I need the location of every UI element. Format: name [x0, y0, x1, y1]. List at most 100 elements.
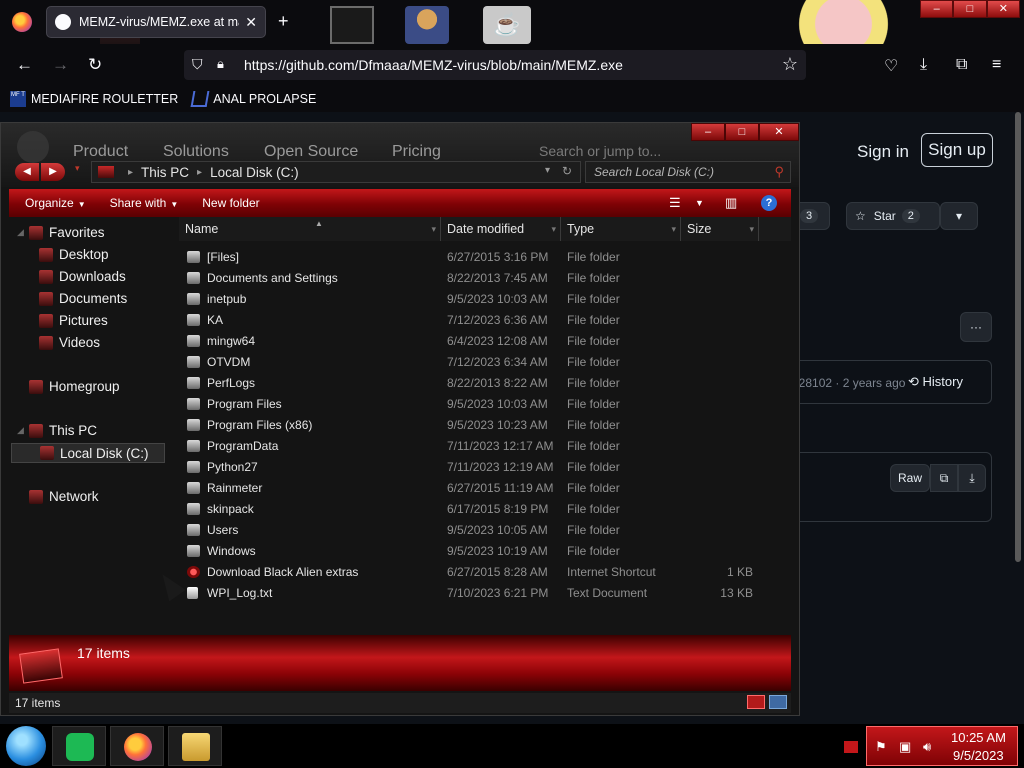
- view-dropdown-icon[interactable]: ▼: [695, 198, 704, 208]
- explorer-maximize-button[interactable]: □: [725, 123, 759, 141]
- new-folder-button[interactable]: New folder: [202, 196, 259, 210]
- copy-icon[interactable]: ⧉: [930, 464, 958, 492]
- new-tab-button[interactable]: +: [278, 12, 289, 30]
- file-row[interactable]: Download Black Alien extras 6/27/2015 8:2…: [179, 562, 779, 583]
- clock-date[interactable]: 9/5/2023: [953, 748, 1004, 763]
- raw-button[interactable]: Raw: [890, 464, 930, 492]
- browser-tab-active[interactable]: MEMZ-virus/MEMZ.exe at main ✕: [46, 6, 266, 38]
- show-hidden-icons-button[interactable]: [844, 741, 858, 753]
- breadcrumb-separator-icon[interactable]: ▸: [128, 167, 133, 178]
- address-bar[interactable]: ⛉ 🔒︎ https://github.com/Dfmaaa/MEMZ-viru…: [184, 50, 806, 80]
- preview-pane-icon[interactable]: ▥: [725, 195, 737, 211]
- back-arrow-icon[interactable]: ←: [16, 56, 33, 74]
- reload-icon[interactable]: ↻: [88, 56, 102, 74]
- column-header-size[interactable]: Size ▾: [681, 217, 759, 241]
- file-row[interactable]: Program Files (x86) 9/5/2023 10:23 AM File…: [179, 415, 779, 436]
- menu-icon[interactable]: ≡: [992, 56, 1001, 74]
- download-icon[interactable]: ⤓: [958, 464, 986, 492]
- clock-time[interactable]: 10:25 AM: [951, 730, 1006, 745]
- nav-favorites[interactable]: ◢ Favorites: [17, 225, 105, 240]
- file-row[interactable]: Windows 9/5/2023 10:19 AM File folder: [179, 541, 779, 562]
- taskbar-app-spotify[interactable]: [52, 726, 106, 766]
- firefox-icon[interactable]: [12, 12, 32, 32]
- refresh-icon[interactable]: ↻: [562, 164, 572, 178]
- collapse-arrow-icon[interactable]: ◢: [17, 227, 24, 238]
- search-icon[interactable]: ⚲: [774, 164, 784, 180]
- url-text[interactable]: https://github.com/Dfmaaa/MEMZ-virus/blo…: [244, 57, 623, 73]
- explorer-close-button[interactable]: ✕: [759, 123, 799, 141]
- explorer-search-input[interactable]: Search Local Disk (C:) ⚲: [585, 161, 791, 183]
- change-view-icon[interactable]: ☰: [669, 195, 681, 211]
- column-header-date[interactable]: Date modified ▾: [441, 217, 561, 241]
- close-tab-icon[interactable]: ✕: [245, 14, 257, 31]
- nav-pictures[interactable]: Pictures: [39, 313, 108, 328]
- star-button[interactable]: ☆ Star 2: [846, 202, 940, 230]
- breadcrumb-this-pc[interactable]: This PC: [141, 165, 189, 180]
- nav-this-pc[interactable]: ◢ This PC: [17, 423, 97, 438]
- file-row[interactable]: PerfLogs 8/22/2013 8:22 AM File folder: [179, 373, 779, 394]
- minimize-button[interactable]: –: [920, 0, 954, 18]
- network-status-icon[interactable]: ▣: [899, 739, 911, 755]
- more-options-button[interactable]: ···: [960, 312, 992, 342]
- tracking-shield-icon[interactable]: ⛉: [192, 56, 203, 73]
- file-row[interactable]: Users 9/5/2023 10:05 AM File folder: [179, 520, 779, 541]
- file-row[interactable]: KA 7/12/2023 6:36 AM File folder: [179, 310, 779, 331]
- column-header-type[interactable]: Type ▾: [561, 217, 681, 241]
- nav-local-disk[interactable]: Local Disk (C:): [11, 443, 165, 463]
- nav-documents[interactable]: Documents: [39, 291, 127, 306]
- collapse-arrow-icon[interactable]: ◢: [17, 425, 24, 436]
- maximize-button[interactable]: □: [953, 0, 987, 18]
- file-row[interactable]: OTVDM 7/12/2023 6:34 AM File folder: [179, 352, 779, 373]
- history-link[interactable]: ⟲ History: [908, 374, 963, 390]
- file-row[interactable]: Rainmeter 6/27/2015 11:19 AM File folder: [179, 478, 779, 499]
- breadcrumb-separator-icon[interactable]: ▸: [197, 167, 202, 178]
- lock-icon[interactable]: 🔒︎: [217, 56, 224, 72]
- forward-arrow-icon[interactable]: →: [52, 56, 69, 74]
- organize-button[interactable]: Organize ▼: [25, 196, 86, 210]
- forward-button[interactable]: ▶: [41, 163, 65, 181]
- breadcrumb-local-disk[interactable]: Local Disk (C:): [210, 165, 299, 180]
- nav-desktop[interactable]: Desktop: [39, 247, 109, 262]
- file-row[interactable]: WPI_Log.txt 7/10/2023 6:21 PM Text Documen…: [179, 583, 779, 604]
- volume-icon[interactable]: 🔊︎: [923, 739, 931, 755]
- page-scrollbar[interactable]: [1012, 112, 1024, 724]
- sign-up-button[interactable]: Sign up: [921, 133, 993, 167]
- scrollbar-thumb[interactable]: [1015, 112, 1021, 562]
- address-dropdown-icon[interactable]: ▾: [545, 165, 550, 176]
- back-button[interactable]: ◀: [15, 163, 39, 181]
- column-dropdown-icon[interactable]: ▾: [551, 217, 556, 241]
- taskbar-app-explorer[interactable]: [168, 726, 222, 766]
- nav-videos[interactable]: Videos: [39, 335, 100, 350]
- file-row[interactable]: inetpub 9/5/2023 10:03 AM File folder: [179, 289, 779, 310]
- bookmark-second[interactable]: ANAL PROLAPSE: [190, 91, 316, 107]
- column-dropdown-icon[interactable]: ▾: [749, 217, 754, 241]
- file-row[interactable]: Python27 7/11/2023 12:19 AM File folder: [179, 457, 779, 478]
- flag-icon[interactable]: ⚑: [875, 739, 887, 755]
- column-dropdown-icon[interactable]: ▾: [431, 217, 436, 241]
- help-icon[interactable]: ?: [761, 195, 777, 211]
- file-row[interactable]: Program Files 9/5/2023 10:03 AM File folde…: [179, 394, 779, 415]
- file-row[interactable]: skinpack 6/17/2015 8:19 PM File folder: [179, 499, 779, 520]
- close-window-button[interactable]: ✕: [986, 0, 1020, 18]
- file-row[interactable]: mingw64 6/4/2023 12:08 AM File folder: [179, 331, 779, 352]
- column-dropdown-icon[interactable]: ▾: [671, 217, 676, 241]
- file-row[interactable]: ProgramData 7/11/2023 12:17 AM File folder: [179, 436, 779, 457]
- bookmark-mediafire[interactable]: MF T MEDIAFIRE ROULETTER: [10, 91, 178, 107]
- large-icons-view-icon[interactable]: [769, 695, 787, 709]
- details-view-icon[interactable]: [747, 695, 765, 709]
- sign-in-link[interactable]: Sign in: [857, 142, 909, 162]
- start-button[interactable]: [6, 726, 46, 766]
- file-row[interactable]: [Files] 6/27/2015 3:16 PM File folder: [179, 247, 779, 268]
- recent-locations-dropdown[interactable]: ▾: [75, 163, 80, 174]
- explorer-minimize-button[interactable]: –: [691, 123, 725, 141]
- share-with-button[interactable]: Share with ▼: [110, 196, 179, 210]
- pocket-icon[interactable]: ♡: [884, 56, 898, 76]
- file-row[interactable]: Documents and Settings 8/22/2013 7:45 AM F…: [179, 268, 779, 289]
- explorer-address-bar[interactable]: ▸ This PC ▸ Local Disk (C:) ▾ ↻: [91, 161, 581, 183]
- bookmark-star-icon[interactable]: ☆: [782, 54, 798, 75]
- taskbar-app-firefox[interactable]: [110, 726, 164, 766]
- downloads-icon[interactable]: ⤓: [920, 56, 927, 74]
- nav-homegroup[interactable]: Homegroup: [29, 379, 120, 394]
- extensions-icon[interactable]: ⧉: [956, 56, 967, 74]
- nav-downloads[interactable]: Downloads: [39, 269, 126, 284]
